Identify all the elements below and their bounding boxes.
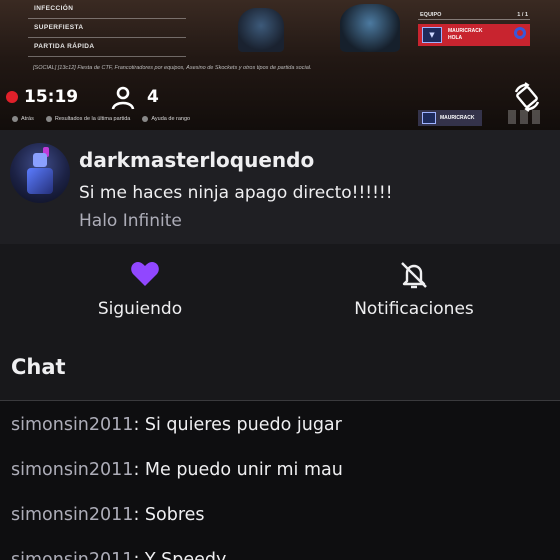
chat-username[interactable]: simonsin2011 bbox=[11, 550, 133, 560]
chat-messages[interactable]: simonsin2011: Si quieres puedo jugar sim… bbox=[0, 401, 560, 560]
chat-text: : Y Speedy bbox=[133, 550, 227, 560]
chat-text: : Me puedo unir mi mau bbox=[133, 460, 343, 480]
chat-message: simonsin2011: Si quieres puedo jugar bbox=[11, 415, 342, 435]
chat-username[interactable]: simonsin2011 bbox=[11, 505, 133, 525]
hint-rank-help: Ayuda de rango bbox=[151, 116, 191, 122]
hud-icons bbox=[508, 110, 540, 124]
notifications-button[interactable]: Notificaciones bbox=[274, 244, 554, 334]
stream-title: Si me haces ninja apago directo!!!!!! bbox=[79, 183, 393, 203]
game-mode-description: [SOCIAL] [13c12] Fiesta de CTF, Francoti… bbox=[33, 65, 312, 71]
ring-icon bbox=[514, 27, 526, 39]
team-panel: EQUIPO 1 / 1 ▼ MAURICRACK HOLA bbox=[418, 12, 530, 46]
menu-item-infection: INFECCIÓN bbox=[28, 0, 186, 19]
controller-button-icon bbox=[12, 116, 18, 122]
follow-button[interactable]: Siguiendo bbox=[0, 244, 280, 334]
chat-username[interactable]: simonsin2011 bbox=[11, 415, 133, 435]
chat-message: simonsin2011: Sobres bbox=[11, 505, 205, 525]
hint-last-results: Resultados de la última partida bbox=[54, 116, 131, 122]
live-dot-icon bbox=[6, 91, 18, 103]
hud-icon bbox=[508, 110, 516, 124]
menu-item-superfiesta: SUPERFIESTA bbox=[28, 19, 186, 38]
team-count: 1 / 1 bbox=[517, 12, 528, 18]
hint-back: Atrás bbox=[21, 116, 34, 122]
avatar[interactable] bbox=[10, 143, 70, 203]
nameplate-label: MAURICRACK bbox=[440, 115, 475, 121]
person-icon bbox=[111, 86, 135, 110]
team-player-name: MAURICRACK bbox=[448, 28, 483, 34]
game-category[interactable]: Halo Infinite bbox=[79, 211, 182, 231]
chat-header bbox=[0, 334, 560, 401]
emblem-icon: ▼ bbox=[422, 27, 442, 43]
hud-icon bbox=[520, 110, 528, 124]
menu-item-quick-match: PARTIDA RÁPIDA bbox=[28, 38, 186, 57]
emblem-icon bbox=[422, 112, 436, 124]
heart-icon bbox=[131, 262, 159, 286]
team-player-card: ▼ MAURICRACK HOLA bbox=[418, 24, 530, 46]
chat-title: Chat bbox=[11, 355, 66, 379]
action-bar: Siguiendo Notificaciones bbox=[0, 244, 560, 334]
follow-label: Siguiendo bbox=[97, 299, 183, 319]
game-menu: INFECCIÓN SUPERFIESTA PARTIDA RÁPIDA bbox=[28, 0, 186, 57]
chat-text: : Sobres bbox=[133, 505, 205, 525]
elapsed-time: 15:19 bbox=[24, 87, 79, 107]
chat-text: : Si quieres puedo jugar bbox=[133, 415, 342, 435]
viewer-count: 4 bbox=[147, 87, 159, 107]
controller-button-icon bbox=[142, 116, 149, 122]
player-nameplate: MAURICRACK bbox=[418, 110, 482, 126]
chat-message: simonsin2011: Me puedo unir mi mau bbox=[11, 460, 343, 480]
rotate-screen-icon[interactable] bbox=[512, 82, 542, 112]
team-player-status: HOLA bbox=[448, 35, 463, 41]
bell-off-icon bbox=[401, 262, 427, 289]
channel-name[interactable]: darkmasterloquendo bbox=[79, 148, 314, 172]
controller-button-icon bbox=[45, 116, 52, 122]
chat-message: simonsin2011: Y Speedy bbox=[11, 550, 226, 560]
spartan-figure bbox=[340, 4, 400, 52]
video-player[interactable]: INFECCIÓN SUPERFIESTA PARTIDA RÁPIDA [SO… bbox=[0, 0, 560, 130]
notifications-label: Notificaciones bbox=[354, 299, 474, 319]
spartan-figure bbox=[238, 8, 284, 52]
team-header-label: EQUIPO bbox=[420, 12, 442, 18]
player-overlay bbox=[0, 82, 560, 112]
chat-username[interactable]: simonsin2011 bbox=[11, 460, 133, 480]
hud-icon bbox=[532, 110, 540, 124]
